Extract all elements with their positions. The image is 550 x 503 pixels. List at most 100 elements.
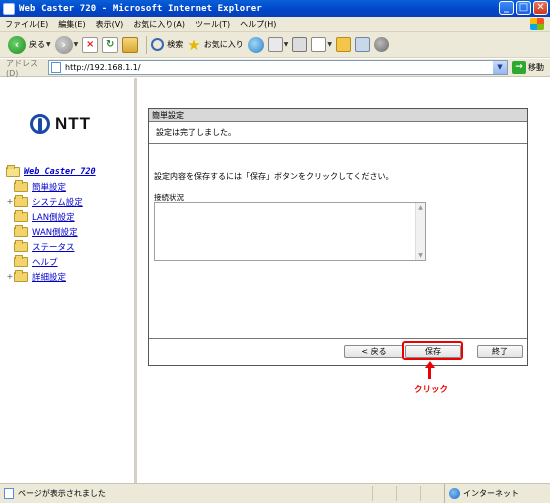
address-input[interactable]: http://192.168.1.1/ ▼ xyxy=(48,60,508,75)
ntt-logo-icon xyxy=(30,114,50,134)
messenger-button[interactable] xyxy=(373,37,389,52)
back-dropdown-icon[interactable]: ▼ xyxy=(46,41,51,48)
discuss-icon xyxy=(335,37,351,52)
ntt-logo: NTT xyxy=(30,114,91,134)
nav-item-label[interactable]: 詳細設定 xyxy=(32,271,66,283)
back-button[interactable]: ‹ 戻る ▼ xyxy=(8,35,51,54)
stop-icon: × xyxy=(82,36,99,53)
textarea-scrollbar[interactable]: ▲ ▼ xyxy=(415,203,425,260)
ntt-logo-text: NTT xyxy=(55,114,92,133)
minimize-button[interactable]: _ xyxy=(499,1,514,15)
go-arrow-icon: → xyxy=(512,61,526,74)
status-divider xyxy=(396,486,397,501)
print-button[interactable] xyxy=(292,37,308,52)
status-text: ページが表示されました xyxy=(18,489,106,498)
nav-item-label[interactable]: システム設定 xyxy=(32,196,83,208)
nav-item-label[interactable]: ヘルプ xyxy=(32,256,58,268)
folder-icon xyxy=(14,179,28,192)
back-step-button[interactable]: < 戻る xyxy=(344,345,404,358)
menu-tools[interactable]: ツール(T) xyxy=(190,19,235,30)
zone-label: インターネット xyxy=(463,489,519,498)
nav-item-help[interactable]: ヘルプ xyxy=(6,254,96,269)
print-icon xyxy=(292,37,308,52)
edit-button[interactable]: ▼ xyxy=(311,37,332,52)
panel-title: 簡単設定 xyxy=(149,109,527,122)
research-icon xyxy=(354,37,370,52)
tree-expander[interactable]: + xyxy=(6,272,14,281)
refresh-button[interactable]: ↻ xyxy=(102,36,119,53)
search-button[interactable]: 検索 xyxy=(151,38,183,51)
nav-item-advanced-settings[interactable]: + 詳細設定 xyxy=(6,269,96,284)
research-button[interactable] xyxy=(354,37,370,52)
up-arrow-icon xyxy=(425,361,435,379)
forward-arrow-icon: › xyxy=(54,35,73,54)
status-bar: ページが表示されました インターネット xyxy=(0,483,550,503)
completion-message: 設定は完了しました。 xyxy=(149,122,527,144)
address-label: アドレス(D) xyxy=(6,58,38,78)
close-button[interactable]: ✕ xyxy=(533,1,548,15)
address-url: http://192.168.1.1/ xyxy=(65,63,141,72)
window-controls: _ □ ✕ xyxy=(499,1,548,15)
menu-view[interactable]: 表示(V) xyxy=(91,19,129,30)
folder-icon xyxy=(14,209,28,222)
favorites-button[interactable]: ★ お気に入り xyxy=(187,37,243,53)
discuss-button[interactable] xyxy=(335,37,351,52)
nav-item-lan-settings[interactable]: LAN側設定 xyxy=(6,209,96,224)
menu-help[interactable]: ヘルプ(H) xyxy=(235,19,281,30)
scroll-up-icon[interactable]: ▲ xyxy=(416,203,425,212)
mail-icon xyxy=(267,37,283,52)
nav-item-label[interactable]: 簡単設定 xyxy=(32,181,66,193)
history-button[interactable] xyxy=(247,36,264,53)
maximize-button[interactable]: □ xyxy=(516,1,531,15)
nav-item-system-settings[interactable]: + システム設定 xyxy=(6,194,96,209)
nav-item-status[interactable]: ステータス xyxy=(6,239,96,254)
ie-icon xyxy=(3,2,15,15)
connection-status-textarea[interactable]: ▲ ▼ xyxy=(154,202,426,261)
back-button-label: 戻る xyxy=(29,40,45,49)
setup-panel: 簡単設定 設定は完了しました。 設定内容を保存するには「保存」ボタンをクリックし… xyxy=(148,108,528,366)
folder-icon xyxy=(14,254,28,267)
forward-dropdown-icon[interactable]: ▼ xyxy=(74,41,79,48)
nav-item-label[interactable]: LAN側設定 xyxy=(32,211,75,223)
go-button[interactable]: → 移動 xyxy=(512,61,544,74)
refresh-icon: ↻ xyxy=(102,36,119,53)
window-title: Web Caster 720 - Microsoft Internet Expl… xyxy=(19,3,262,14)
arrow-shaft xyxy=(428,367,431,379)
edit-dropdown-icon[interactable]: ▼ xyxy=(327,41,332,48)
folder-icon xyxy=(14,239,28,252)
nav-item-wan-settings[interactable]: WAN側設定 xyxy=(6,224,96,239)
security-zone: インターネット xyxy=(444,484,519,503)
menu-edit[interactable]: 編集(E) xyxy=(53,19,90,30)
save-instruction: 設定内容を保存するには「保存」ボタンをクリックしてください。 xyxy=(154,172,394,181)
folder-icon xyxy=(14,269,28,282)
home-button[interactable] xyxy=(122,36,139,53)
panel-divider xyxy=(149,338,527,339)
back-arrow-icon: ‹ xyxy=(8,35,26,54)
menu-favorites[interactable]: お気に入り(A) xyxy=(128,19,190,30)
nav-root[interactable]: Web Caster 720 xyxy=(6,164,96,179)
history-icon xyxy=(247,36,264,53)
tree-expander[interactable]: + xyxy=(6,197,14,206)
nav-item-label[interactable]: WAN側設定 xyxy=(32,226,78,238)
status-divider xyxy=(372,486,373,501)
address-dropdown-icon[interactable]: ▼ xyxy=(493,61,507,74)
favorites-star-icon: ★ xyxy=(187,35,201,54)
window-titlebar: Web Caster 720 - Microsoft Internet Expl… xyxy=(0,0,550,17)
favorites-button-label: お気に入り xyxy=(203,40,244,49)
mail-button[interactable]: ▼ xyxy=(267,37,289,52)
status-divider xyxy=(420,486,421,501)
stop-button[interactable]: × xyxy=(82,36,99,53)
nav-root-link[interactable]: Web Caster 720 xyxy=(24,167,96,177)
search-icon xyxy=(151,38,165,51)
mail-dropdown-icon[interactable]: ▼ xyxy=(284,41,289,48)
menu-file[interactable]: ファイル(E) xyxy=(0,19,53,30)
menu-bar: ファイル(E) 編集(E) 表示(V) お気に入り(A) ツール(T) ヘルプ(… xyxy=(0,17,550,32)
folder-open-icon xyxy=(6,164,20,177)
forward-button[interactable]: › ▼ xyxy=(54,35,79,54)
nav-item-easy-setup[interactable]: 簡単設定 xyxy=(6,179,96,194)
nav-item-label[interactable]: ステータス xyxy=(32,241,75,253)
address-bar: アドレス(D) http://192.168.1.1/ ▼ → 移動 xyxy=(0,58,550,78)
scroll-down-icon[interactable]: ▼ xyxy=(416,251,425,260)
windows-logo-icon xyxy=(530,18,544,30)
finish-button[interactable]: 終了 xyxy=(477,345,523,358)
